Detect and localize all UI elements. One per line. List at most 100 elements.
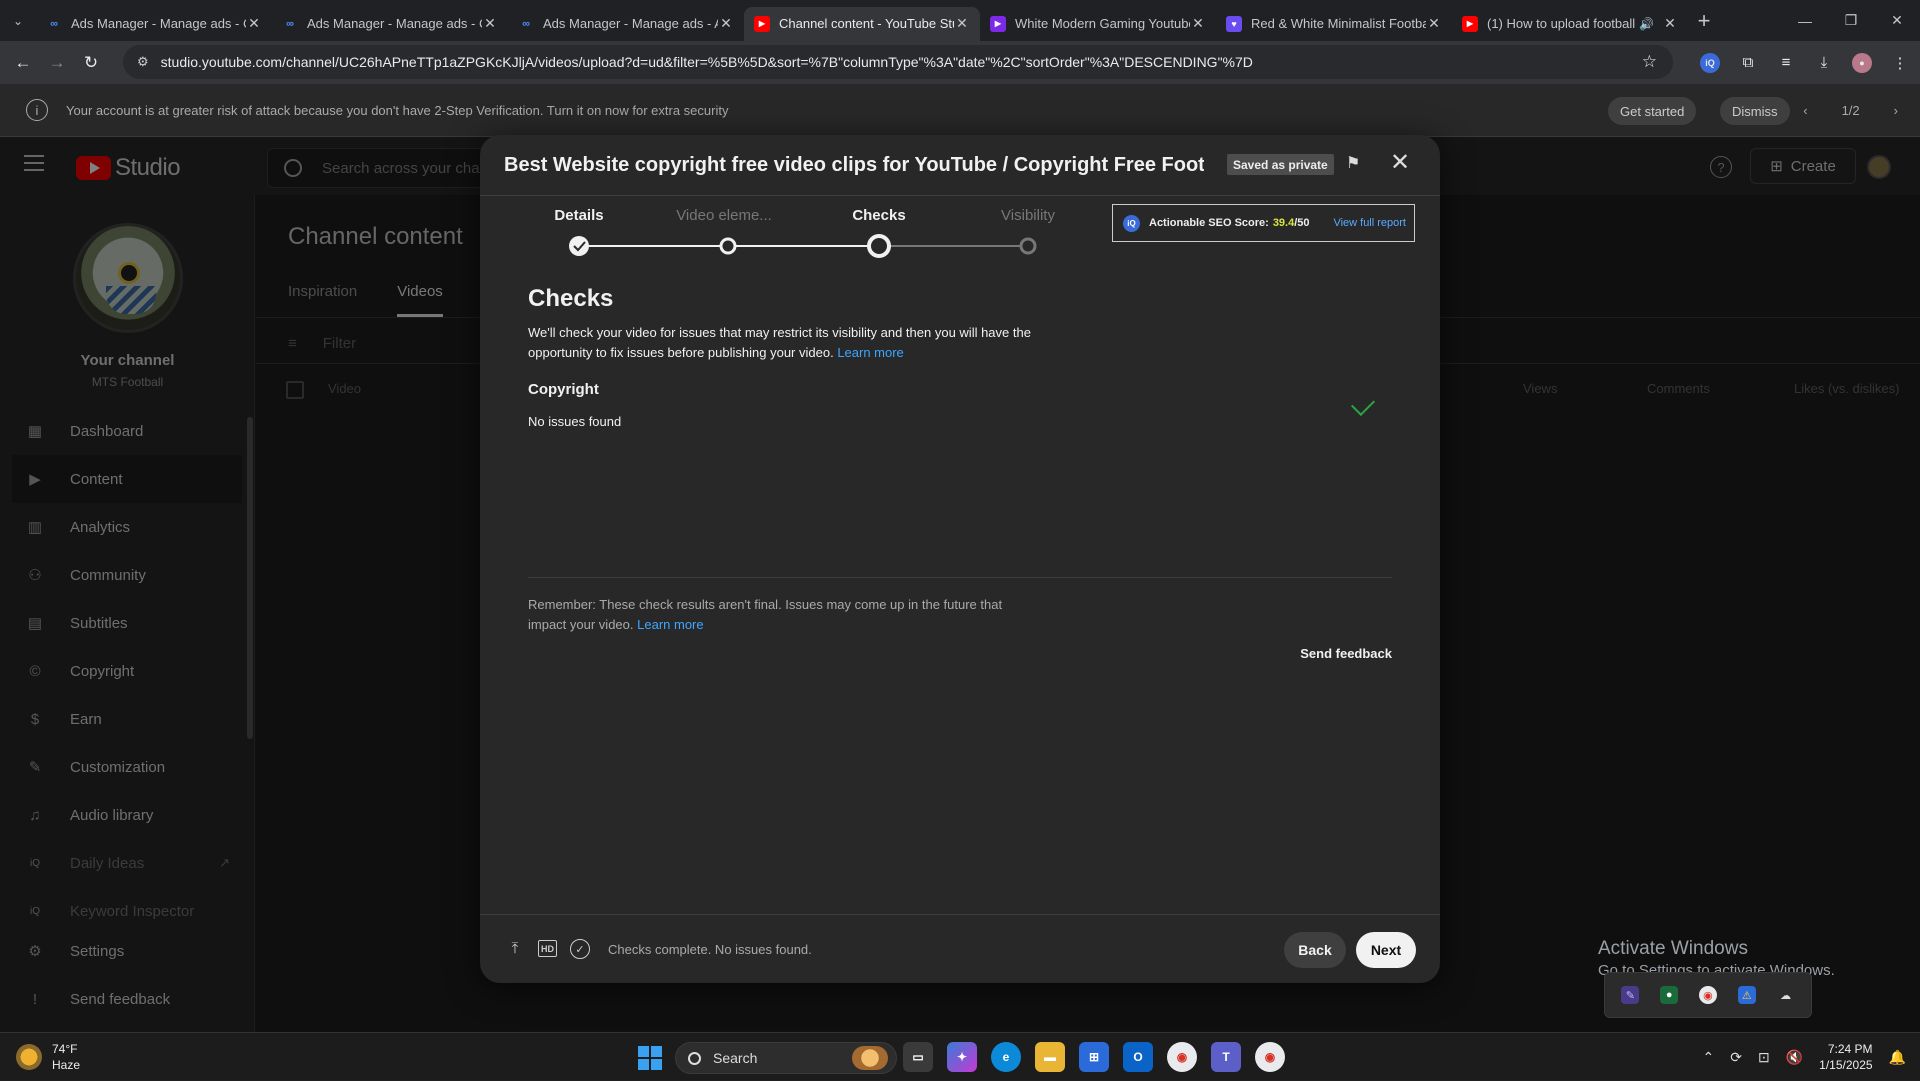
learn-more-link[interactable]: Learn more [637, 617, 703, 632]
task-view-icon[interactable]: ▭ [903, 1042, 933, 1072]
extensions-icon[interactable]: ⧉ [1738, 53, 1758, 73]
pen-app-icon[interactable]: ✎ [1621, 986, 1640, 1004]
close-tab-icon[interactable]: ✕ [482, 15, 498, 32]
weather-condition: Haze [52, 1058, 81, 1072]
divider [480, 195, 1440, 196]
step-visibility[interactable]: Visibility [1001, 207, 1055, 224]
bookmark-star-icon[interactable]: ☆ [1642, 52, 1657, 72]
notification-bell-icon[interactable]: 🔔 [1889, 1049, 1906, 1066]
taskbar-search-label: Search [713, 1050, 758, 1066]
seo-max: /50 [1294, 217, 1310, 229]
minimize-icon[interactable]: — [1782, 13, 1828, 29]
browser-tab[interactable]: ∞ Ads Manager - Manage ads - C ✕ [272, 7, 508, 41]
next-chevron-icon[interactable]: › [1894, 103, 1898, 118]
tab-title: Ads Manager - Manage ads - C [71, 16, 246, 31]
store-icon[interactable]: ⊞ [1079, 1042, 1109, 1072]
step-details[interactable]: Details [554, 207, 603, 224]
browser-tab[interactable]: ▶ White Modern Gaming Youtube ✕ [980, 7, 1216, 41]
close-tab-icon[interactable]: ✕ [1662, 15, 1678, 32]
tray-chevron-up-icon[interactable]: ⌃ [1703, 1049, 1715, 1066]
vidiq-icon: iQ [1123, 214, 1140, 232]
get-started-button[interactable]: Get started [1608, 97, 1697, 125]
browser-menu-icon[interactable]: ⋮ [1890, 53, 1910, 73]
close-tab-icon[interactable]: ✕ [246, 15, 262, 32]
tab-title: Ads Manager - Manage ads - A [543, 16, 718, 31]
new-tab-button[interactable]: + [1688, 8, 1720, 34]
tab-title: White Modern Gaming Youtube [1015, 16, 1190, 31]
canva-heart-icon: ♥ [1226, 15, 1242, 32]
clock-time: 7:24 PM [1827, 1042, 1873, 1056]
chrome-tray-icon[interactable]: ◉ [1698, 986, 1717, 1004]
next-button[interactable]: Next [1356, 932, 1416, 968]
close-tab-icon[interactable]: ✕ [1426, 15, 1442, 32]
vidiq-extension-icon[interactable]: iQ [1700, 52, 1720, 73]
seo-score-panel: iQ Actionable SEO Score: 39.4/50 View fu… [1112, 204, 1415, 242]
upload-dialog: Best Website copyright free video clips … [480, 135, 1440, 983]
outlook-icon[interactable]: O [1123, 1042, 1153, 1072]
send-feedback-link[interactable]: Send feedback [528, 646, 1392, 661]
site-info-icon[interactable]: ⚙ [137, 54, 149, 70]
url-text: studio.youtube.com/channel/UC26hAPneTTp1… [160, 54, 1253, 70]
chrome-icon[interactable]: ◉ [1167, 1042, 1197, 1072]
view-full-report-link[interactable]: View full report [1333, 217, 1406, 229]
close-window-icon[interactable]: ✕ [1874, 12, 1920, 29]
chrome-profile-icon[interactable]: ◉ [1255, 1042, 1285, 1072]
browser-tab-active[interactable]: ▶ Channel content - YouTube Stu ✕ [744, 6, 980, 41]
tab-title: Ads Manager - Manage ads - C [307, 16, 482, 31]
search-highlight-image [852, 1046, 888, 1070]
browser-tab[interactable]: ♥ Red & White Minimalist Footba ✕ [1216, 7, 1452, 41]
restore-icon[interactable]: ❐ [1828, 12, 1874, 29]
watermark-line1: Activate Windows [1598, 938, 1748, 959]
windows-start-icon[interactable] [638, 1046, 662, 1070]
forward-arrow-icon[interactable]: → [40, 53, 74, 73]
clock[interactable]: 7:24 PM 1/15/2025 [1819, 1041, 1872, 1073]
stepper-track [569, 234, 1037, 258]
info-icon: i [26, 99, 48, 121]
sync-icon[interactable]: ⟳ [1730, 1049, 1742, 1066]
checks-complete-icon[interactable]: ✓ [570, 939, 590, 959]
prev-chevron-icon[interactable]: ‹ [1803, 103, 1807, 118]
defender-icon[interactable]: ⚠ [1737, 986, 1756, 1004]
seo-score: 39.4 [1272, 217, 1295, 229]
close-tab-icon[interactable]: ✕ [1190, 15, 1206, 32]
tab-search-chevron-icon[interactable]: ⌄ [0, 6, 36, 36]
dismiss-button[interactable]: Dismiss [1720, 97, 1790, 125]
address-bar[interactable]: ⚙ studio.youtube.com/channel/UC26hAPneTT… [123, 45, 1673, 79]
copilot-icon[interactable]: ✦ [947, 1042, 977, 1072]
upload-icon[interactable]: ⤒ [504, 937, 526, 959]
onedrive-off-icon[interactable]: ☁ [1777, 986, 1795, 1004]
weather-widget[interactable]: 74°F Haze [16, 1041, 80, 1073]
checks-description: We'll check your video for issues that m… [528, 323, 1048, 363]
browser-tab[interactable]: ∞ Ads Manager - Manage ads - C ✕ [36, 7, 272, 41]
banner-pager: ‹ 1/2 › [1803, 84, 1898, 137]
close-tab-icon[interactable]: ✕ [954, 15, 970, 32]
speaker-icon[interactable]: 🔊 [1639, 17, 1654, 31]
hd-icon[interactable]: HD [538, 940, 557, 957]
back-arrow-icon[interactable]: ← [6, 53, 40, 73]
taskbar-search[interactable]: Search [675, 1042, 897, 1074]
media-control-icon[interactable]: ≡ [1776, 53, 1796, 73]
browser-tab[interactable]: ▶ (1) How to upload football 🔊 ✕ [1452, 7, 1688, 41]
app-tray-icon[interactable]: ● [1660, 986, 1679, 1004]
close-icon[interactable]: ✕ [1386, 149, 1414, 177]
divider [528, 577, 1392, 578]
browser-tab[interactable]: ∞ Ads Manager - Manage ads - A ✕ [508, 7, 744, 41]
edge-icon[interactable]: e [991, 1042, 1021, 1072]
step-checks[interactable]: Checks [852, 207, 905, 224]
meta-icon: ∞ [286, 17, 294, 30]
teams-icon[interactable]: T [1211, 1042, 1241, 1072]
network-icon[interactable]: ⊡ [1758, 1049, 1770, 1066]
close-tab-icon[interactable]: ✕ [718, 15, 734, 32]
footer-status: Checks complete. No issues found. [608, 942, 812, 957]
download-icon[interactable]: ⤓ [1814, 53, 1834, 73]
file-explorer-icon[interactable]: ▬ [1035, 1042, 1065, 1072]
learn-more-link[interactable]: Learn more [837, 345, 903, 360]
youtube-icon: ▶ [1462, 15, 1478, 32]
toolbar-right: iQ ⧉ ≡ ⤓ ● ⋮ [1700, 41, 1910, 84]
back-button[interactable]: Back [1284, 932, 1346, 968]
profile-avatar[interactable]: ● [1852, 52, 1872, 73]
report-flag-icon[interactable]: ⚑ [1346, 153, 1366, 175]
reload-icon[interactable]: ↻ [74, 53, 108, 73]
step-video-elements[interactable]: Video eleme... [676, 207, 772, 224]
volume-muted-icon[interactable]: 🔇 [1786, 1049, 1803, 1066]
